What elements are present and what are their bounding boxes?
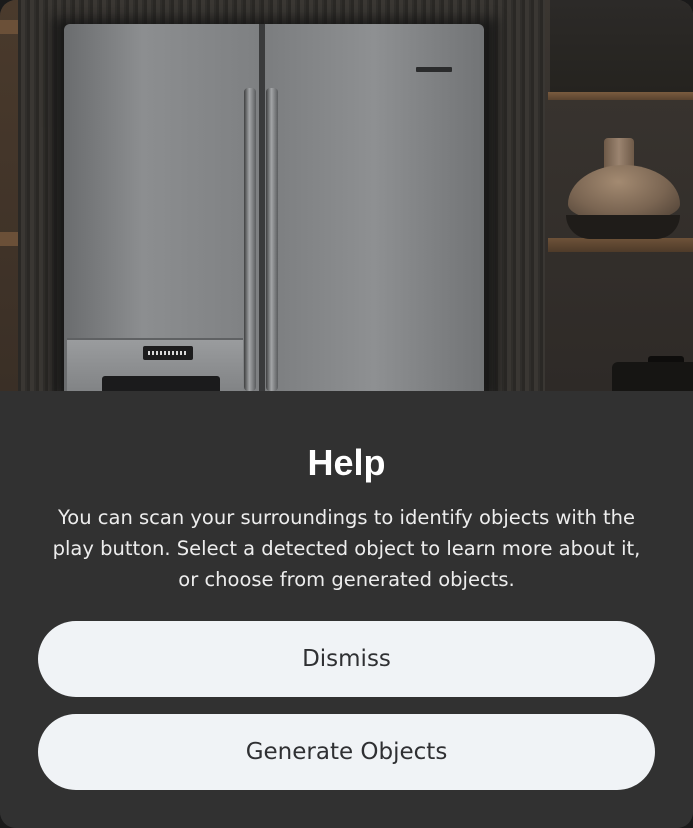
help-sheet: Help You can scan your surroundings to i… bbox=[0, 391, 693, 828]
generate-objects-button[interactable]: Generate Objects bbox=[38, 714, 655, 790]
refrigerator-brand-badge bbox=[416, 67, 452, 72]
refrigerator-right-door bbox=[264, 24, 484, 391]
refrigerator-door-seam bbox=[259, 24, 265, 391]
upper-cabinet bbox=[550, 0, 693, 96]
cooker bbox=[612, 362, 693, 391]
refrigerator-left-door bbox=[64, 24, 260, 391]
refrigerator-right-handle bbox=[266, 88, 278, 391]
help-message: You can scan your surroundings to identi… bbox=[52, 506, 641, 591]
dismiss-button[interactable]: Dismiss bbox=[38, 621, 655, 697]
refrigerator-display-readout bbox=[148, 351, 188, 355]
upper-shelf-board bbox=[548, 92, 693, 100]
help-title: Help bbox=[307, 442, 386, 483]
refrigerator-dispenser-slot bbox=[102, 376, 220, 391]
camera-preview-image bbox=[0, 0, 693, 391]
vase-bowl bbox=[566, 215, 680, 239]
app-frame: Help You can scan your surroundings to i… bbox=[0, 0, 693, 828]
refrigerator-left-handle bbox=[244, 88, 256, 391]
lower-shelf-board bbox=[548, 238, 693, 252]
left-shelf bbox=[0, 0, 18, 391]
